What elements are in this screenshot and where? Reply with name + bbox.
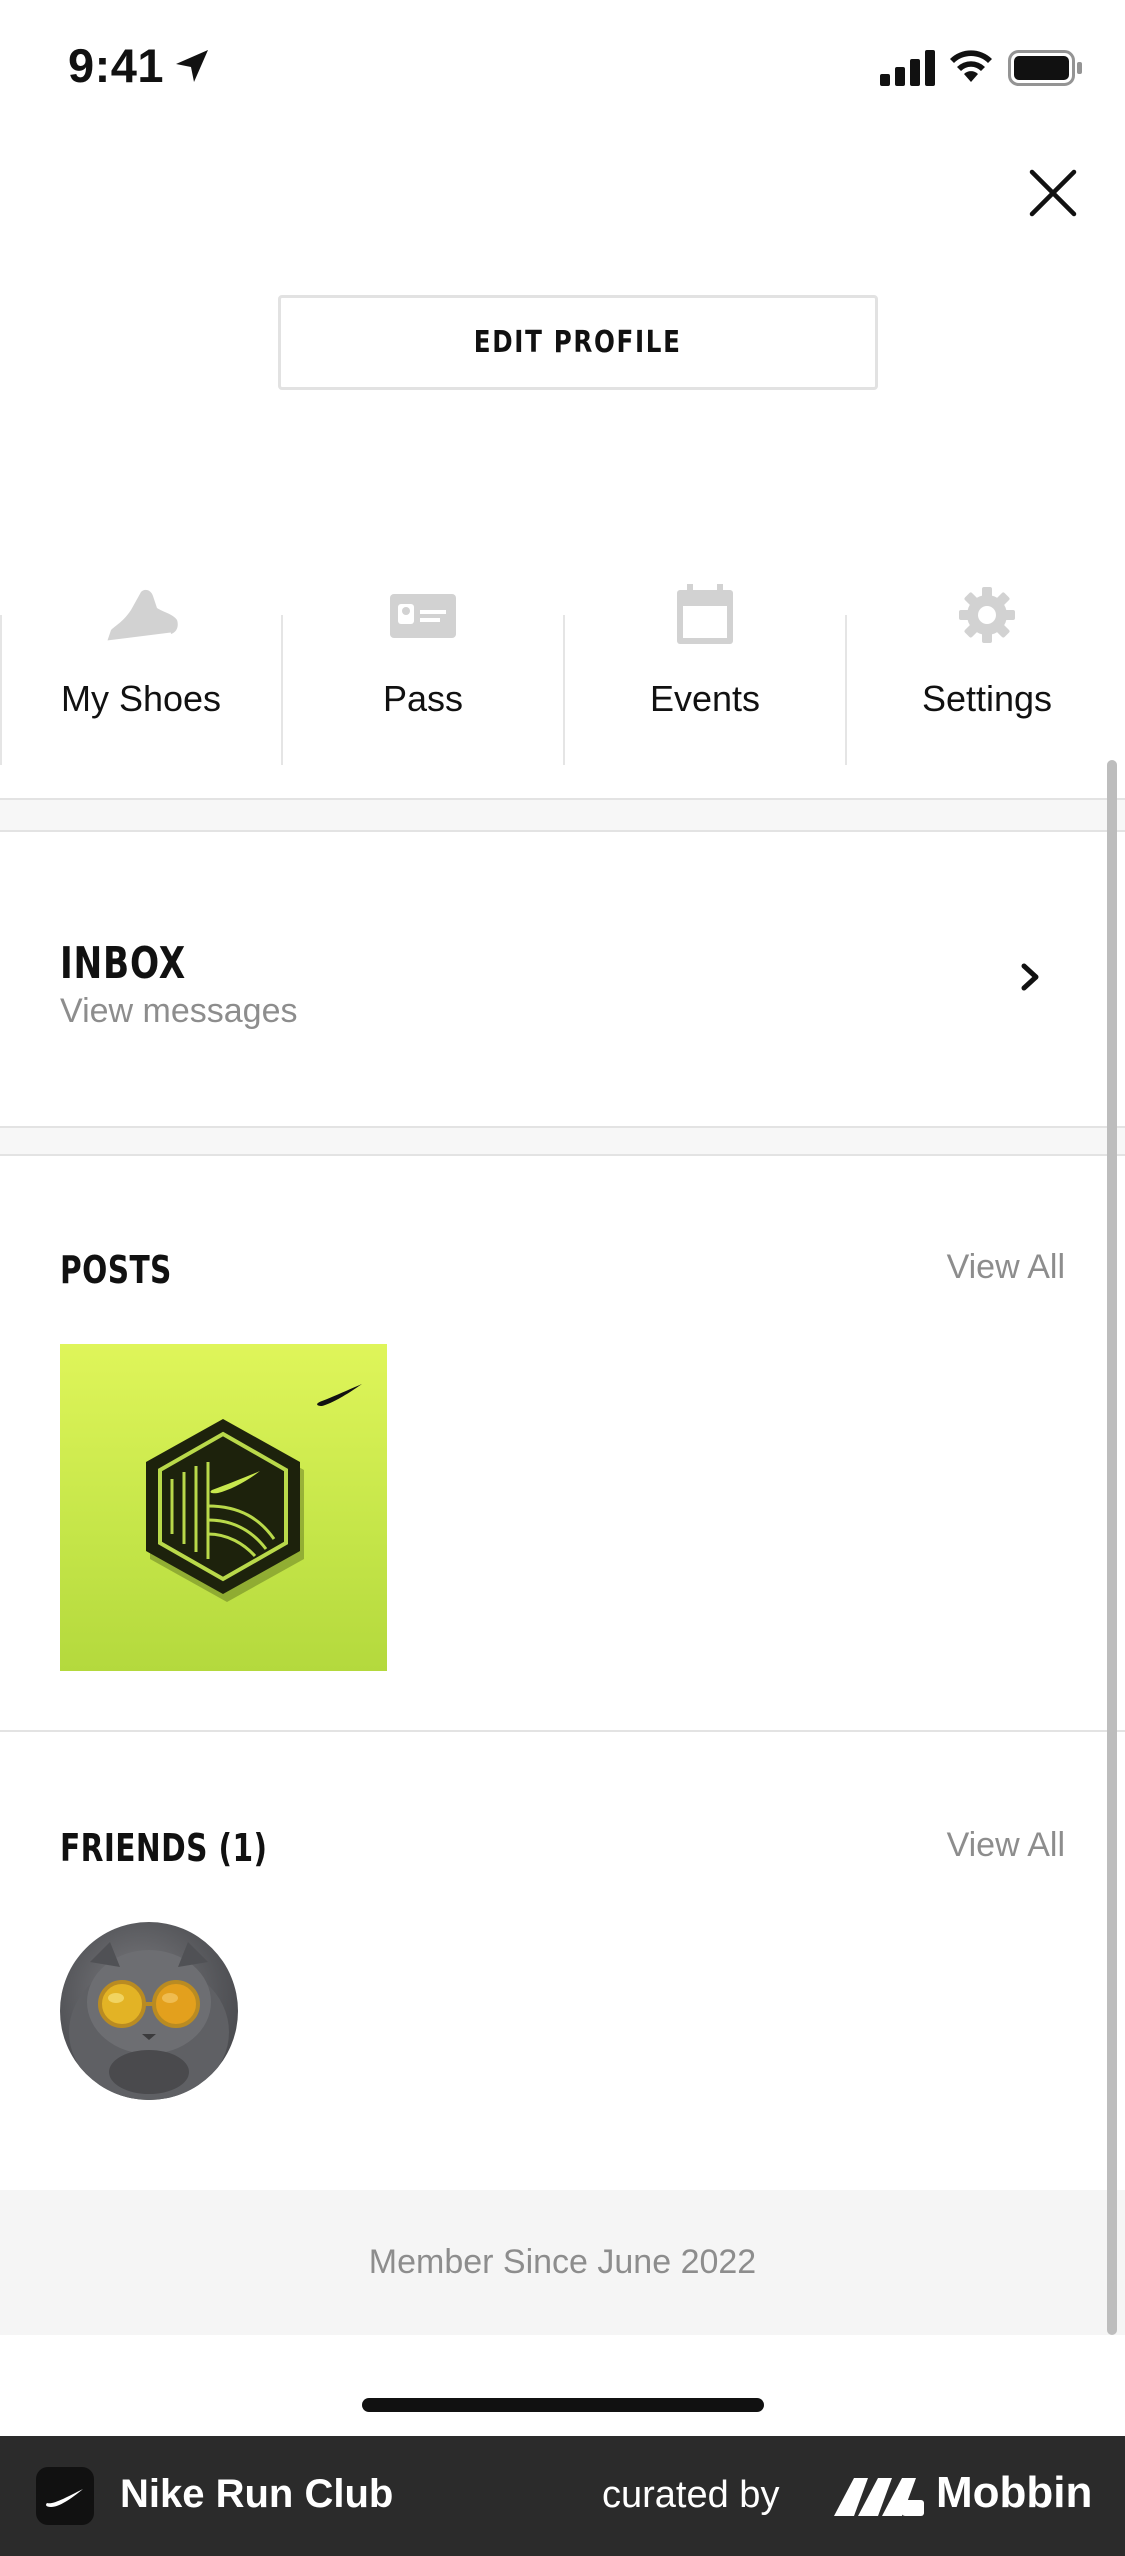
wifi-icon — [950, 50, 992, 82]
cat-sunglasses-avatar — [69, 1942, 229, 2100]
quick-link-events[interactable]: Events — [564, 560, 846, 740]
mobbin-brand-name: Mobbin — [936, 2468, 1093, 2517]
quick-link-label: Settings — [921, 678, 1053, 719]
scrollbar[interactable] — [1107, 760, 1117, 2335]
quick-link-label: Events — [649, 678, 761, 719]
quick-link-label: My Shoes — [60, 678, 222, 719]
edit-profile-button[interactable]: EDIT PROFILE — [278, 295, 878, 390]
inbox-title: INBOX — [60, 938, 186, 989]
calendar-icon — [665, 580, 745, 650]
friend-avatar[interactable] — [60, 1922, 238, 2100]
close-icon — [1029, 169, 1077, 217]
home-indicator — [362, 2398, 764, 2412]
mobbin-logo-icon — [834, 2478, 924, 2516]
status-time: 9:41 — [68, 39, 165, 92]
signal-icon — [880, 50, 935, 86]
curated-by-label: curated by — [602, 2474, 780, 2516]
status-bar: 9:41 — [0, 0, 1125, 140]
friends-title: FRIENDS (1) — [60, 1826, 268, 1870]
nike-swoosh-icon — [46, 2489, 83, 2507]
section-divider — [0, 1730, 1125, 1732]
app-icon — [36, 2467, 94, 2525]
posts-title: POSTS — [60, 1248, 172, 1292]
chevron-right-icon — [1021, 963, 1039, 991]
nike-badge-icon — [146, 1384, 362, 1602]
gear-icon — [947, 580, 1027, 650]
inbox-row[interactable]: INBOX View messages — [0, 832, 1108, 1126]
inbox-subtitle: View messages — [60, 992, 298, 1030]
id-card-icon — [383, 580, 463, 650]
battery-icon — [1008, 50, 1082, 86]
location-arrow-icon — [176, 50, 208, 82]
quick-links: My Shoes Pass Events Settings — [0, 560, 1125, 765]
member-since-text: Member Since June 2022 — [368, 2243, 757, 2281]
quick-link-pass[interactable]: Pass — [282, 560, 564, 740]
post-thumbnail[interactable] — [60, 1344, 387, 1671]
app-name: Nike Run Club — [120, 2472, 394, 2516]
friends-view-all-link[interactable]: View All — [947, 1826, 1065, 1865]
profile-screen: 9:41 EDIT PROFILE My Shoes Pass Events S… — [0, 0, 1125, 2556]
quick-link-my-shoes[interactable]: My Shoes — [0, 560, 282, 740]
edit-profile-label: EDIT PROFILE — [474, 325, 682, 360]
posts-view-all-link[interactable]: View All — [947, 1248, 1065, 1287]
close-button[interactable] — [1020, 160, 1086, 226]
attribution-bar: Nike Run Club curated by Mobbin — [0, 2436, 1125, 2556]
section-divider — [0, 798, 1125, 832]
quick-link-label: Pass — [382, 678, 464, 719]
quick-link-settings[interactable]: Settings — [846, 560, 1125, 740]
shoe-icon — [101, 580, 181, 650]
member-since-band: Member Since June 2022 — [0, 2190, 1125, 2335]
section-divider — [0, 1126, 1125, 1156]
